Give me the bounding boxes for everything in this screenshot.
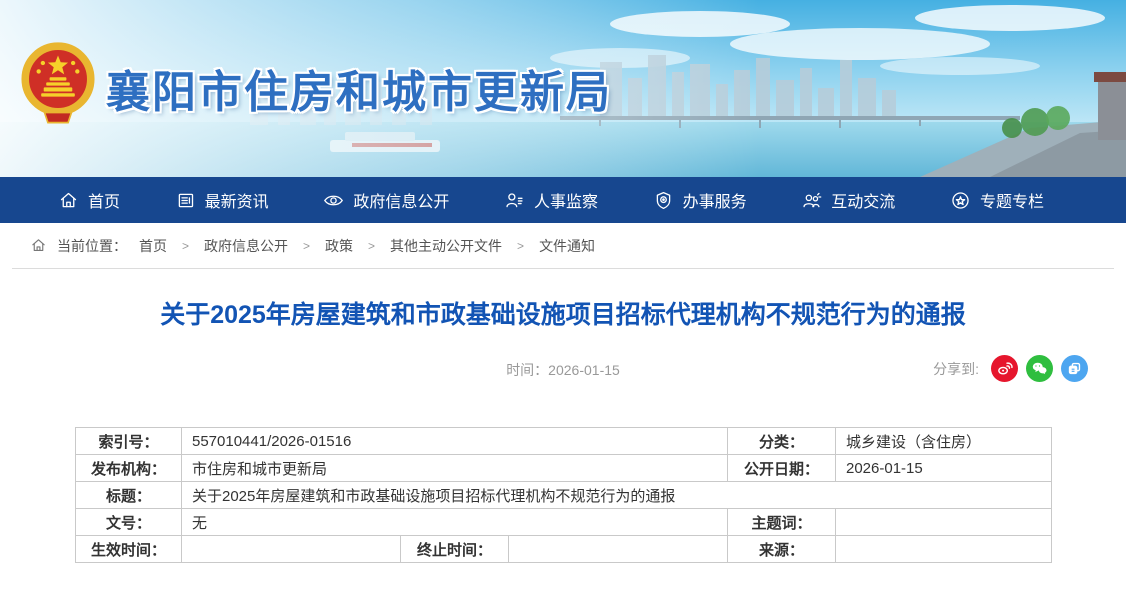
document-meta-table: 索引号： 557010441/2026-01516 分类： 城乡建设（含住房） … — [75, 427, 1052, 563]
article-title: 关于2025年房屋建筑和市政基础设施项目招标代理机构不规范行为的通报 — [0, 269, 1126, 333]
nav-label: 办事服务 — [683, 188, 747, 212]
wechat-share-icon[interactable] — [1026, 355, 1053, 382]
nav-item-gov-info[interactable]: 政府信息公开 — [323, 188, 449, 212]
copy-share-icon[interactable] — [1061, 355, 1088, 382]
nav-label: 政府信息公开 — [353, 188, 449, 212]
site-title: 襄阳市住房和城市更新局 — [106, 56, 612, 120]
news-icon — [175, 190, 196, 211]
table-row: 生效时间： 终止时间： 来源： — [76, 536, 1052, 563]
breadcrumb-item-gov-info[interactable]: 政府信息公开 — [204, 236, 288, 256]
source-value — [836, 536, 1052, 563]
publisher-value: 市住房和城市更新局 — [182, 455, 728, 482]
site-banner: 襄阳市住房和城市更新局 — [0, 0, 1126, 177]
keywords-label: 主题词： — [728, 509, 836, 536]
nav-item-news[interactable]: 最新资讯 — [175, 188, 269, 212]
publish-date-value: 2026-01-15 — [836, 455, 1052, 482]
effective-date-label: 生效时间： — [76, 536, 182, 563]
nav-label: 互动交流 — [831, 188, 895, 212]
table-row: 标题： 关于2025年房屋建筑和市政基础设施项目招标代理机构不规范行为的通报 — [76, 482, 1052, 509]
nav-label: 最新资讯 — [205, 188, 269, 212]
index-number-value: 557010441/2026-01516 — [182, 428, 728, 455]
nav-item-interaction[interactable]: 互动交流 — [801, 188, 895, 212]
breadcrumb-separator: > — [517, 239, 524, 253]
nav-label: 首页 — [88, 188, 120, 212]
nav-label: 人事监察 — [534, 188, 598, 212]
breadcrumb-item-doc-notice[interactable]: 文件通知 — [539, 236, 595, 256]
title-label: 标题： — [76, 482, 182, 509]
breadcrumb-item-other-docs[interactable]: 其他主动公开文件 — [390, 236, 502, 256]
publish-date-label: 公开日期： — [728, 455, 836, 482]
person-list-icon — [504, 190, 525, 211]
weibo-share-icon[interactable] — [991, 355, 1018, 382]
title-value: 关于2025年房屋建筑和市政基础设施项目招标代理机构不规范行为的通报 — [182, 482, 1052, 509]
doc-number-value: 无 — [182, 509, 728, 536]
publisher-label: 发布机构： — [76, 455, 182, 482]
main-nav: 首页 最新资讯 政府信息公开 人事监察 办事服务 互动交流 专题专 — [0, 177, 1126, 223]
breadcrumb: 当前位置： 首页 > 政府信息公开 > 政策 > 其他主动公开文件 > 文件通知 — [0, 223, 1126, 268]
breadcrumb-item-policy[interactable]: 政策 — [325, 236, 353, 256]
breadcrumb-prefix: 当前位置： — [57, 236, 127, 256]
shield-target-icon — [653, 190, 674, 211]
keywords-value — [836, 509, 1052, 536]
national-emblem-icon — [16, 40, 100, 128]
people-chat-icon — [801, 190, 822, 211]
eye-icon — [323, 190, 344, 211]
category-value: 城乡建设（含住房） — [836, 428, 1052, 455]
nav-label: 专题专栏 — [980, 188, 1044, 212]
category-label: 分类： — [728, 428, 836, 455]
home-icon — [58, 190, 79, 211]
home-icon — [30, 237, 47, 254]
breadcrumb-separator: > — [368, 239, 375, 253]
end-date-value — [509, 536, 728, 563]
table-row: 索引号： 557010441/2026-01516 分类： 城乡建设（含住房） — [76, 428, 1052, 455]
nav-item-personnel[interactable]: 人事监察 — [504, 188, 598, 212]
doc-number-label: 文号： — [76, 509, 182, 536]
share-group: 分享到: — [933, 355, 1088, 382]
source-label: 来源： — [728, 536, 836, 563]
index-number-label: 索引号： — [76, 428, 182, 455]
article-meta-row: 时间：2026-01-15 分享到: — [0, 355, 1126, 383]
table-row: 文号： 无 主题词： — [76, 509, 1052, 536]
end-date-label: 终止时间： — [401, 536, 509, 563]
breadcrumb-item-home[interactable]: 首页 — [139, 236, 167, 256]
table-row: 发布机构： 市住房和城市更新局 公开日期： 2026-01-15 — [76, 455, 1052, 482]
nav-item-services[interactable]: 办事服务 — [653, 188, 747, 212]
share-label: 分享到: — [933, 359, 979, 379]
breadcrumb-separator: > — [182, 239, 189, 253]
effective-date-value — [182, 536, 401, 563]
breadcrumb-separator: > — [303, 239, 310, 253]
star-circle-icon — [950, 190, 971, 211]
nav-item-special-columns[interactable]: 专题专栏 — [950, 188, 1044, 212]
nav-item-home[interactable]: 首页 — [58, 188, 120, 212]
